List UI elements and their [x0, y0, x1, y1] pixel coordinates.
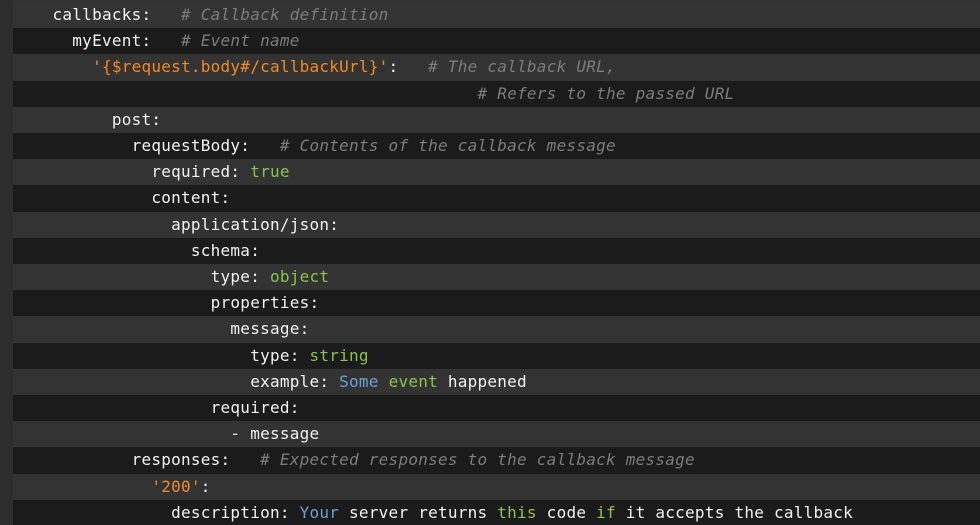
- key-token: content:: [151, 188, 231, 208]
- key-token: required:: [151, 162, 241, 182]
- code-line: type: object: [13, 264, 980, 291]
- key-token: callbacks:: [52, 5, 152, 24]
- code-line: type: string: [13, 342, 980, 369]
- plain-token: server returns: [339, 502, 498, 522]
- key-token: properties:: [210, 293, 320, 313]
- key-token: description:: [171, 502, 290, 522]
- code-line: '{$request.body#/callbackUrl}': # The ca…: [13, 54, 980, 81]
- plain-token: code: [536, 502, 597, 522]
- key-token: type:: [210, 267, 261, 286]
- key-token: schema:: [190, 240, 261, 260]
- key-token: myEvent:: [72, 31, 152, 51]
- literal-token: event: [388, 371, 438, 391]
- key-token: post:: [111, 109, 162, 129]
- literal-token: true: [250, 162, 290, 182]
- key-token: required:: [210, 398, 300, 417]
- literal-token: string: [309, 345, 369, 365]
- key-token: type:: [250, 345, 300, 365]
- code-line: message:: [13, 316, 980, 343]
- word-token: Your: [299, 502, 340, 522]
- code-line: myEvent: # Event name: [13, 28, 980, 55]
- key-token: :: [200, 476, 211, 496]
- word-token: Some: [339, 371, 379, 391]
- comment-token: # Event name: [181, 31, 300, 51]
- plain-token: happened: [437, 371, 527, 391]
- literal-token: object: [269, 267, 330, 286]
- code-line: example: Some event happened: [13, 368, 980, 395]
- code-line: required: true: [13, 159, 980, 186]
- code-line: - message: [13, 421, 980, 448]
- plain-token: it accepts the callback: [615, 502, 854, 522]
- literal-token: this: [497, 502, 537, 522]
- string-token: '200': [151, 476, 201, 496]
- key-token: responses:: [131, 450, 231, 470]
- comment-token: # Refers to the passed URL: [477, 83, 735, 103]
- key-token: message:: [230, 319, 310, 339]
- comment-token: # Contents of the callback message: [279, 136, 616, 155]
- code-line: content:: [13, 185, 980, 212]
- comment-token: # Callback definition: [181, 5, 389, 24]
- key-token: example:: [250, 371, 330, 391]
- code-line: properties:: [13, 290, 980, 317]
- code-line: required:: [13, 395, 980, 422]
- code-line: post:: [13, 106, 980, 133]
- string-token: '{$request.body#/callbackUrl}': [92, 57, 389, 77]
- code-line: description: Your server returns this co…: [13, 499, 980, 525]
- code-line: requestBody: # Contents of the callback …: [13, 133, 980, 160]
- code-line: responses: # Expected responses to the c…: [13, 447, 980, 474]
- yaml-code-view: callbacks: # Callback definition myEvent…: [0, 0, 980, 525]
- plain-token: message: [250, 424, 320, 444]
- dash-token: -: [230, 424, 251, 444]
- key-token: requestBody:: [131, 136, 251, 155]
- comment-token: # Expected responses to the callback mes…: [260, 450, 695, 470]
- code-line: schema:: [13, 237, 980, 264]
- literal-token: if: [596, 502, 616, 522]
- comment-token: # The callback URL,: [428, 57, 616, 77]
- code-line: '200':: [13, 473, 980, 500]
- key-token: application/json:: [171, 214, 340, 234]
- code-line: # Refers to the passed URL: [13, 80, 980, 107]
- code-line: callbacks: # Callback definition: [13, 2, 980, 29]
- code-line: application/json:: [13, 211, 980, 238]
- key-token: :: [388, 57, 399, 77]
